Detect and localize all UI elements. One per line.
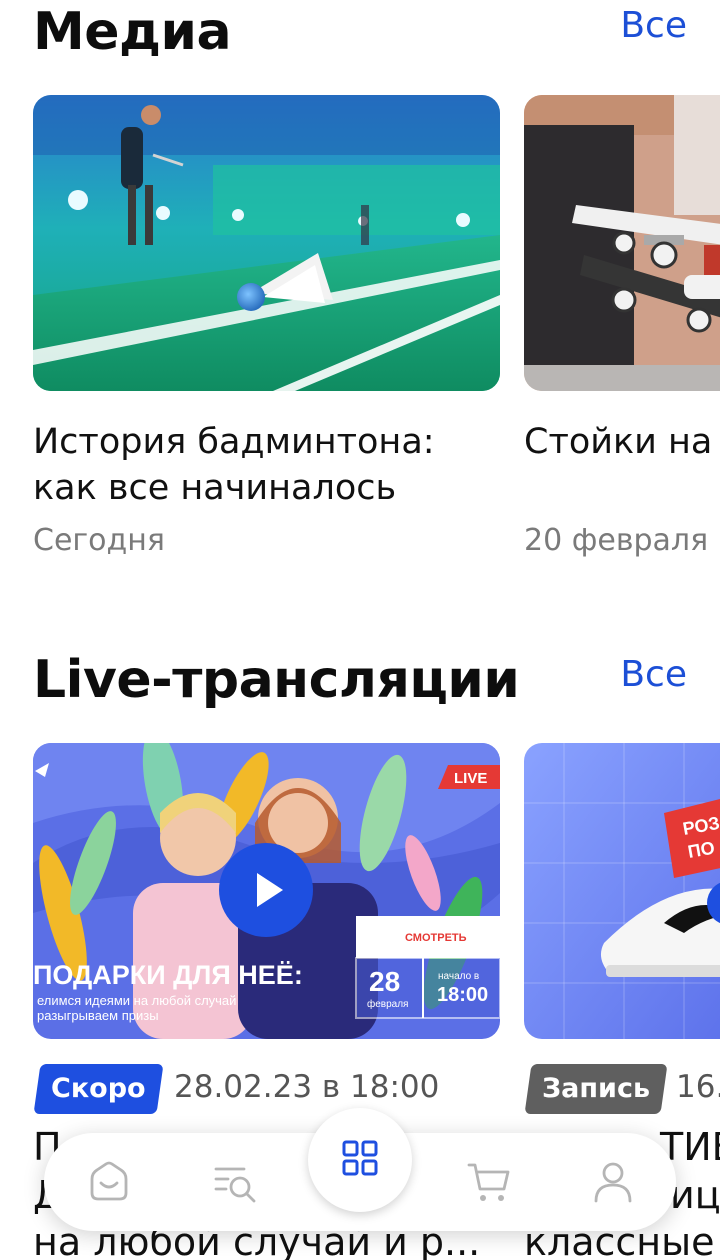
media-section-title: Медиа xyxy=(33,2,232,62)
media-card-title-line1[interactable]: Стойки на xyxy=(524,419,712,465)
status-badge-label: Запись xyxy=(542,1073,651,1104)
banner-sub1: елимся идеями на любой случай xyxy=(37,993,236,1008)
media-card-image-badminton[interactable] xyxy=(33,95,500,391)
status-badge-soon: Скоро xyxy=(33,1064,164,1114)
banner-sub2: разыгрываем призы xyxy=(37,1008,159,1023)
media-card-title-line2[interactable]: как все начиналось xyxy=(33,465,396,511)
live-card-datetime: 16. xyxy=(676,1069,720,1105)
media-card-date: 20 февраля xyxy=(524,523,709,558)
tab-catalog-grid[interactable] xyxy=(308,1108,412,1212)
tab-cart[interactable] xyxy=(464,1157,514,1207)
banner-headline: ПОДАРКИ ДЛЯ НЕЁ: xyxy=(33,960,303,990)
play-icon xyxy=(257,873,283,907)
media-see-all-link[interactable]: Все xyxy=(620,5,687,46)
banner-month: февраля xyxy=(367,998,408,1010)
media-card-title-line1[interactable]: История бадминтона: xyxy=(33,419,435,465)
live-tag-text: LIVE xyxy=(454,770,487,787)
catalog-search-icon xyxy=(214,1167,256,1203)
banner-day: 28 xyxy=(369,966,400,997)
status-badge-recording: Запись xyxy=(524,1064,668,1114)
watch-label: СМОТРЕТЬ xyxy=(405,932,467,944)
live-card-title-line2[interactable]: иц xyxy=(670,1168,720,1222)
profile-icon xyxy=(594,1162,632,1203)
grid-icon xyxy=(342,1140,378,1176)
live-section-title: Live-трансляции xyxy=(33,650,520,710)
banner-start-time: 18:00 xyxy=(437,984,488,1006)
live-see-all-link[interactable]: Все xyxy=(620,654,687,695)
banner-start-label: начало в xyxy=(438,971,479,982)
home-icon xyxy=(90,1161,128,1201)
tab-profile[interactable] xyxy=(588,1157,638,1207)
live-card-banner-sneakers[interactable]: РОЗ ПО xyxy=(524,743,720,1039)
cart-icon xyxy=(467,1163,510,1201)
live-card-datetime: 28.02.23 в 18:00 xyxy=(174,1069,440,1105)
tab-catalog-search[interactable] xyxy=(210,1157,260,1207)
media-card-date: Сегодня xyxy=(33,523,165,558)
status-badge-label: Скоро xyxy=(51,1073,146,1104)
play-button[interactable] xyxy=(219,843,313,937)
media-card-image-skateboard[interactable] xyxy=(524,95,720,391)
tab-home[interactable] xyxy=(84,1157,134,1207)
